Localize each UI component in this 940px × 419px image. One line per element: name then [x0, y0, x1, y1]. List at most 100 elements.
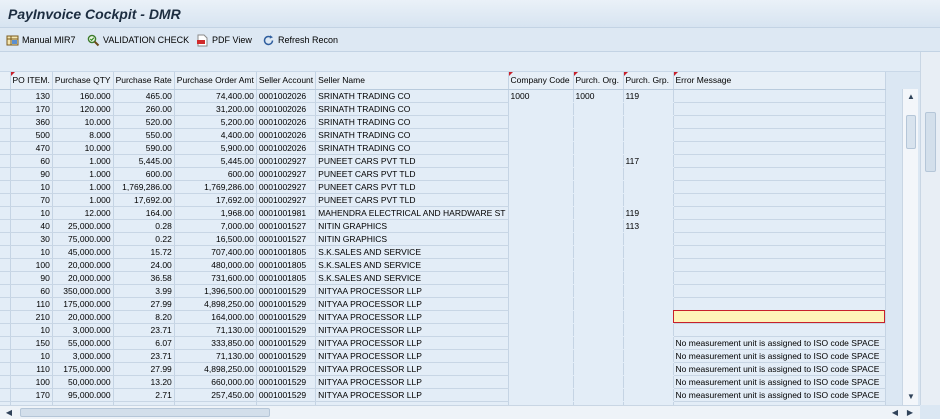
column-header-pre[interactable] — [0, 72, 11, 90]
purch-grp-cell[interactable] — [623, 310, 674, 324]
seller-name-cell[interactable]: PUNEET CARS PVT TLD — [315, 180, 509, 194]
scroll-right-icon[interactable]: ▶ — [903, 406, 917, 419]
purch-grp-cell[interactable]: 119 — [623, 89, 674, 103]
purchase-rate-cell[interactable]: 164.00 — [113, 206, 175, 220]
column-header-purch-grp[interactable]: Purch. Grp. — [623, 72, 674, 90]
column-header-purchase-rate[interactable]: Purchase Rate — [113, 72, 175, 90]
column-header-seller-account[interactable]: Seller Account — [256, 72, 317, 90]
po-item-cell[interactable]: 500 — [10, 128, 53, 142]
purch-org-cell[interactable] — [573, 258, 624, 272]
purchase-rate-cell[interactable]: 5,445.00 — [113, 154, 175, 168]
purchase-order-amt-cell[interactable]: 1,769,286.00 — [174, 180, 257, 194]
table-row[interactable]: 23130160.000465.0074,400.000001002026SRI… — [0, 89, 886, 103]
purch-grp-cell[interactable] — [623, 336, 674, 350]
pre-cell[interactable] — [0, 375, 11, 389]
purchase-rate-cell[interactable]: 23.71 — [113, 349, 175, 363]
company-code-cell[interactable] — [508, 206, 574, 220]
purchase-order-amt-cell[interactable]: 74,400.00 — [174, 89, 257, 103]
error-message-cell[interactable] — [673, 284, 886, 298]
pdf-view-button[interactable]: PDF View — [196, 32, 252, 48]
purch-grp-cell[interactable] — [623, 375, 674, 389]
purchase-order-amt-cell[interactable]: 660,000.00 — [174, 375, 257, 389]
seller-name-cell[interactable]: NITYAA PROCESSOR LLP — [315, 362, 509, 376]
purch-org-cell[interactable] — [573, 245, 624, 259]
table-row[interactable]: 10 3,000.000 23.71 71,130.00 0001001529 NITYA… — [0, 323, 886, 337]
purch-org-cell[interactable] — [573, 375, 624, 389]
error-message-cell[interactable] — [673, 141, 886, 155]
po-item-cell[interactable]: 40 — [10, 219, 53, 233]
purchase-order-amt-cell[interactable]: 1,396,500.00 — [174, 284, 257, 298]
column-header-purchase-order-amt[interactable]: Purchase Order Amt — [174, 72, 257, 90]
po-item-cell[interactable]: 110 — [10, 362, 53, 376]
seller-name-cell[interactable]: SRINATH TRADING CO — [315, 128, 509, 142]
purchase-order-amt-cell[interactable]: 5,445.00 — [174, 154, 257, 168]
error-message-cell[interactable] — [673, 167, 886, 181]
purch-org-cell[interactable] — [573, 284, 624, 298]
purchase-qty-cell[interactable]: 1.000 — [52, 154, 114, 168]
table-row[interactable]: 170 95,000.000 2.71 257,450.00 0001001529 NIT… — [0, 388, 886, 402]
refresh-recon-button[interactable]: Refresh Recon — [262, 32, 338, 48]
validation-check-button[interactable]: VALIDATION CHECK — [87, 32, 189, 48]
purchase-qty-cell[interactable]: 8.000 — [52, 128, 114, 142]
purch-grp-cell[interactable]: 119 — [623, 206, 674, 220]
purchase-rate-cell[interactable]: 13.20 — [113, 375, 175, 389]
error-message-cell[interactable] — [673, 102, 886, 116]
company-code-cell[interactable] — [508, 115, 574, 129]
po-item-cell[interactable]: 170 — [10, 102, 53, 116]
purchase-order-amt-cell[interactable]: 1,968.00 — [174, 206, 257, 220]
company-code-cell[interactable] — [508, 310, 574, 324]
purch-org-cell[interactable] — [573, 154, 624, 168]
purchase-qty-cell[interactable]: 1.000 — [52, 193, 114, 207]
purchase-order-amt-cell[interactable]: 16,500.00 — [174, 232, 257, 246]
po-item-cell[interactable]: 210 — [10, 310, 53, 324]
seller-name-cell[interactable]: SRINATH TRADING CO — [315, 102, 509, 116]
company-code-cell[interactable] — [508, 271, 574, 285]
error-message-cell[interactable] — [673, 258, 886, 272]
company-code-cell[interactable] — [508, 193, 574, 207]
seller-account-cell[interactable]: 0001002026 — [256, 89, 317, 103]
purch-grp-cell[interactable] — [623, 193, 674, 207]
seller-account-cell[interactable]: 0001001805 — [256, 258, 317, 272]
purchase-rate-cell[interactable]: 8.20 — [113, 310, 175, 324]
pre-cell[interactable] — [0, 336, 11, 350]
purch-org-cell[interactable] — [573, 219, 624, 233]
error-message-cell[interactable] — [673, 271, 886, 285]
purchase-qty-cell[interactable]: 12.000 — [52, 206, 114, 220]
error-message-cell[interactable] — [673, 245, 886, 259]
purchase-qty-cell[interactable]: 120.000 — [52, 102, 114, 116]
error-message-cell[interactable] — [673, 323, 886, 337]
error-message-cell[interactable] — [673, 310, 886, 324]
purch-grp-cell[interactable]: 117 — [623, 154, 674, 168]
po-item-cell[interactable]: 90 — [10, 167, 53, 181]
purchase-qty-cell[interactable]: 20,000.000 — [52, 310, 114, 324]
company-code-cell[interactable] — [508, 245, 574, 259]
company-code-cell[interactable] — [508, 297, 574, 311]
seller-name-cell[interactable]: NITYAA PROCESSOR LLP — [315, 349, 509, 363]
seller-name-cell[interactable]: S.K.SALES AND SERVICE — [315, 271, 509, 285]
po-item-cell[interactable]: 130 — [10, 89, 53, 103]
invoice-grid[interactable]: PO ITEM. Purchase QTY Purchase Rate Purc… — [0, 72, 920, 405]
purch-org-cell[interactable] — [573, 388, 624, 402]
purchase-order-amt-cell[interactable]: 17,692.00 — [174, 193, 257, 207]
purchase-qty-cell[interactable]: 75,000.000 — [52, 232, 114, 246]
table-row[interactable]: 90 20,000.000 36.58 731,600.00 0001001805 S.K… — [0, 271, 886, 285]
purchase-qty-cell[interactable]: 10.000 — [52, 115, 114, 129]
purchase-rate-cell[interactable]: 15.72 — [113, 245, 175, 259]
purch-grp-cell[interactable] — [623, 167, 674, 181]
seller-account-cell[interactable]: 0001001529 — [256, 284, 317, 298]
seller-name-cell[interactable]: NITIN GRAPHICS — [315, 232, 509, 246]
company-code-cell[interactable] — [508, 323, 574, 337]
error-message-cell[interactable] — [673, 89, 886, 103]
purchase-order-amt-cell[interactable]: 257,450.00 — [174, 388, 257, 402]
table-row[interactable]: 100 50,000.000 13.20 660,000.00 0001001529 NI… — [0, 375, 886, 389]
table-row[interactable]: 360 10.000 520.00 5,200.00 0001002026 SRINATH… — [0, 115, 886, 129]
purchase-rate-cell[interactable]: 0.28 — [113, 219, 175, 233]
company-code-cell[interactable] — [508, 154, 574, 168]
purchase-rate-cell[interactable]: 590.00 — [113, 141, 175, 155]
error-message-cell[interactable]: No measurement unit is assigned to ISO c… — [673, 349, 886, 363]
company-code-cell[interactable] — [508, 362, 574, 376]
pre-cell[interactable]: 23 — [0, 258, 11, 272]
purch-grp-cell[interactable] — [623, 297, 674, 311]
seller-account-cell[interactable]: 0001002026 — [256, 115, 317, 129]
purchase-qty-cell[interactable]: 175,000.000 — [52, 362, 114, 376]
